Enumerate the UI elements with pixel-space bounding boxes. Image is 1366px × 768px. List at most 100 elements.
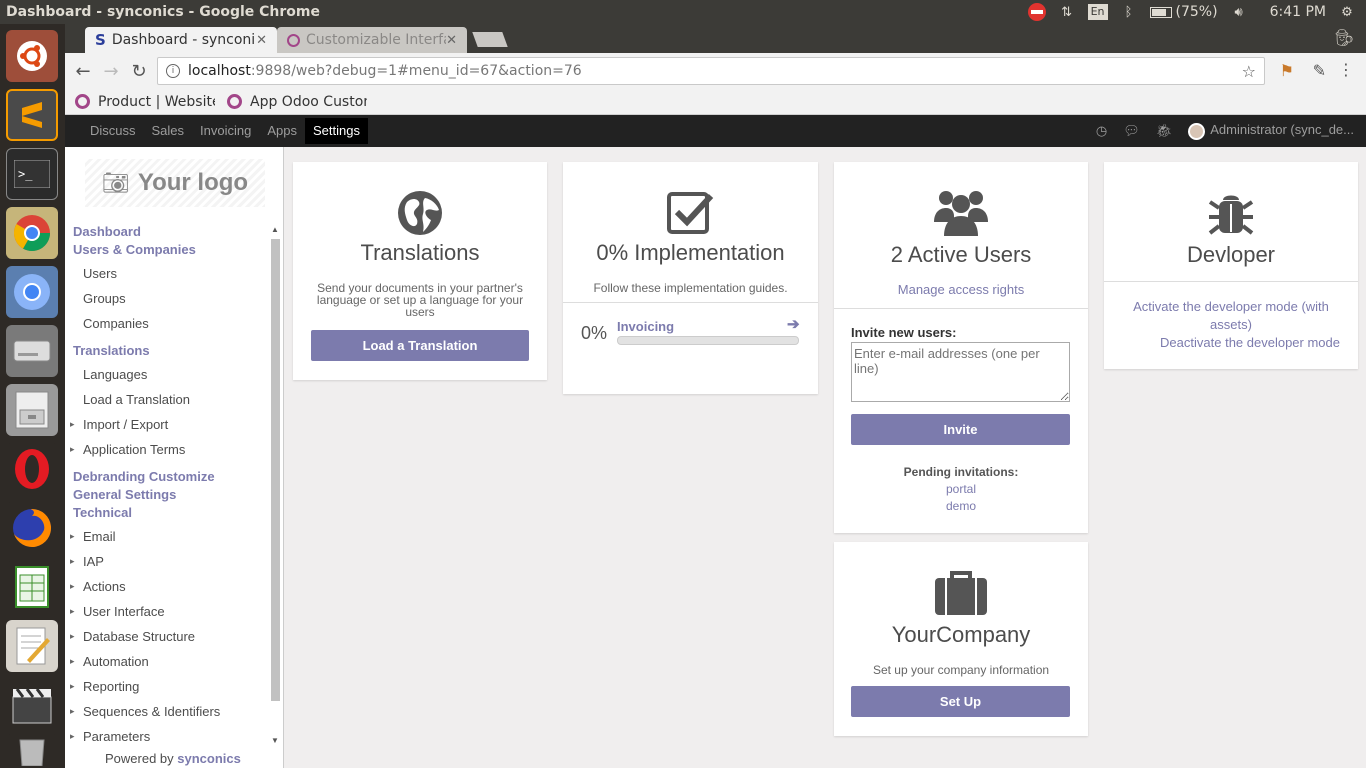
menu-invoicing[interactable]: Invoicing [192,118,259,144]
menu-apps[interactable]: Apps [259,118,305,144]
deactivate-developer-mode-link[interactable]: Deactivate the developer mode [1144,334,1358,352]
set-up-button[interactable]: Set Up [851,686,1070,717]
video-editor-icon[interactable] [6,679,58,731]
sidebar-section-translations[interactable]: Translations [65,342,270,360]
s-favicon-icon: S [95,31,106,49]
sidebar-item-import-export[interactable]: Import / Export [65,412,270,437]
extension-icon[interactable]: ⚑ [1280,61,1294,80]
activity-clock-icon[interactable]: ◷ [1096,123,1107,139]
sidebar-item-parameters[interactable]: Parameters [65,724,270,749]
sidebar-section-dashboard[interactable]: Dashboard [65,223,270,241]
sidebar-section-users-companies[interactable]: Users & Companies [65,241,270,259]
battery-indicator[interactable]: (75%) [1149,4,1218,20]
sidebar-item-languages[interactable]: Languages [65,362,270,387]
address-bar[interactable]: i localhost:9898/web?debug=1#menu_id=67&… [157,57,1265,85]
system-top-bar: Dashboard - synconics - Google Chrome ⇅ … [0,0,1366,24]
menu-sales[interactable]: Sales [144,118,193,144]
url-host: localhost [188,63,251,79]
sidebar-item-reporting[interactable]: Reporting [65,674,270,699]
sidebar-section-technical[interactable]: Technical [65,504,270,522]
bluetooth-icon[interactable]: ᛒ [1120,3,1138,21]
invoicing-guide-link[interactable]: Invoicing [617,319,674,334]
user-menu[interactable]: Administrator (sync_de... [1188,122,1354,140]
network-icon[interactable]: ⇅ [1058,3,1076,21]
chat-bubbles-icon[interactable]: 💬︎ [1123,123,1140,139]
new-tab-button[interactable] [472,32,508,47]
implementation-card: 0% Implementation Follow these implement… [563,162,818,394]
pending-invitation-demo[interactable]: demo [834,499,1088,513]
sidebar-item-users[interactable]: Users [65,261,270,286]
no-entry-icon[interactable] [1027,3,1046,21]
developer-title: Devloper [1186,242,1276,267]
back-arrow-icon[interactable]: ← [69,57,97,85]
debug-bug-icon[interactable]: 🐞︎ [1156,123,1173,139]
sidebar-item-user-interface[interactable]: User Interface [65,599,270,624]
reload-icon[interactable]: ↻ [125,57,153,85]
sidebar-item-groups[interactable]: Groups [65,286,270,311]
trash-icon[interactable] [6,734,58,768]
odoo-icon [227,94,242,109]
sidebar-item-load-a-translation[interactable]: Load a Translation [65,387,270,412]
clock[interactable]: 6:41 PM [1260,4,1326,20]
sidebar-item-iap[interactable]: IAP [65,549,270,574]
chrome-icon[interactable] [6,207,58,259]
bookmark-star-icon[interactable]: ☆ [1242,62,1256,81]
arrow-right-icon[interactable]: ➔ [787,315,800,333]
eyedropper-icon[interactable]: ✎ [1313,61,1326,80]
odoo-main-navbar: Discuss Sales Invoicing Apps Settings ◷ … [65,115,1366,147]
scroll-down-arrow-icon[interactable]: ▼ [271,736,279,745]
activate-developer-mode-link[interactable]: Activate the developer mode (with assets… [1124,298,1338,334]
sidebar-scrollbar[interactable]: ▲ ▼ [269,225,281,745]
implementation-description: Follow these implementation guides. [593,281,788,295]
chrome-menu-icon[interactable]: ⋮ [1338,60,1354,79]
invite-email-textarea[interactable] [851,342,1070,402]
text-editor-icon[interactable] [6,620,58,672]
keyboard-layout[interactable]: En [1087,4,1108,20]
powered-brand-link[interactable]: synconics [177,751,241,766]
terminal-icon[interactable]: >_ [6,148,58,200]
avatar [1188,122,1206,140]
browser-toolbar: ← → ↻ i localhost:9898/web?debug=1#menu_… [65,53,1366,89]
sidebar-item-email[interactable]: Email [65,524,270,549]
volume-icon[interactable]: 🔊︎ [1230,3,1248,21]
forward-arrow-icon[interactable]: → [97,57,125,85]
odoo-icon [287,33,300,47]
ubuntu-dash-icon[interactable] [6,30,58,82]
info-icon[interactable]: i [166,64,180,78]
sidebar-section-general-settings[interactable]: General Settings [65,486,270,504]
scroll-up-arrow-icon[interactable]: ▲ [271,225,279,234]
sidebar-item-automation[interactable]: Automation [65,649,270,674]
tab-customizable-interface[interactable]: Customizable Interface ✕ [277,27,467,53]
bookmarks-bar: Product | Website App Odoo Custom [65,89,1366,115]
sidebar-section-debranding-customize[interactable]: Debranding Customize [65,468,270,486]
bookmark-app-odoo-custom[interactable]: App Odoo Custom [227,94,367,110]
spreadsheet-icon[interactable] [6,561,58,613]
menu-settings[interactable]: Settings [305,118,368,144]
sidebar-item-sequences-identifiers[interactable]: Sequences & Identifiers [65,699,270,724]
logo-text: Your logo [137,169,249,196]
incognito-icon[interactable]: 🕵︎ [1334,28,1354,47]
sidebar-item-application-terms[interactable]: Application Terms [65,437,270,462]
close-tab-icon[interactable]: ✕ [256,33,267,48]
sidebar-item-companies[interactable]: Companies [65,311,270,336]
manage-access-rights-link[interactable]: Manage access rights [834,282,1088,297]
company-logo[interactable]: 📷︎ Your logo [85,159,265,207]
load-translation-button[interactable]: Load a Translation [311,330,529,361]
firefox-icon[interactable] [6,502,58,554]
menu-discuss[interactable]: Discuss [82,118,144,144]
tab-dashboard[interactable]: S Dashboard - synconics ✕ [85,27,277,53]
opera-icon[interactable] [6,443,58,495]
sublime-text-icon[interactable] [6,89,58,141]
close-tab-icon[interactable]: ✕ [446,33,457,48]
settings-gear-icon[interactable]: ⚙ [1338,3,1356,21]
scroll-thumb[interactable] [271,239,280,701]
chromium-icon[interactable] [6,266,58,318]
invite-button[interactable]: Invite [851,414,1070,445]
bookmark-product-website[interactable]: Product | Website [75,94,215,110]
disk-icon[interactable] [6,325,58,377]
file-cabinet-icon[interactable] [6,384,58,436]
sidebar-item-actions[interactable]: Actions [65,574,270,599]
globe-icon [398,191,442,235]
sidebar-item-database-structure[interactable]: Database Structure [65,624,270,649]
pending-invitation-portal[interactable]: portal [834,482,1088,496]
